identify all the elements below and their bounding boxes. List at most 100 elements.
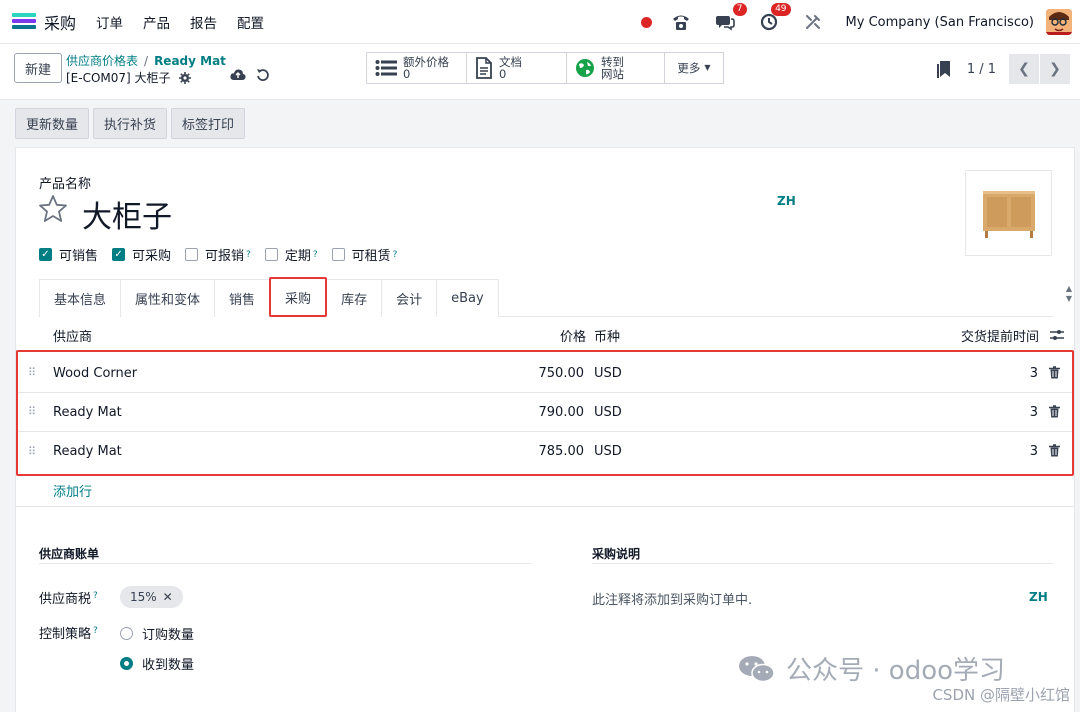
company-switcher[interactable]: My Company (San Francisco) (846, 15, 1034, 30)
bookmark-icon[interactable] (936, 60, 953, 78)
drag-handle-icon[interactable]: ⠿ (28, 406, 36, 417)
received-qty-radio[interactable]: 收到数量 (120, 654, 194, 673)
app-logo-icon[interactable] (12, 13, 36, 30)
lead-time-cell[interactable]: 3 (1030, 444, 1038, 459)
currency-cell[interactable]: USD (594, 405, 622, 420)
tax-tag[interactable]: 15% ✕ (120, 586, 183, 608)
new-button[interactable]: 新建 (14, 53, 62, 83)
messages-badge: 7 (732, 3, 747, 16)
documents-button[interactable]: 文档 0 (467, 53, 567, 83)
table-row[interactable]: ⠿ Wood Corner 750.00 USD 3 (18, 354, 1072, 393)
menu-reports[interactable]: 报告 (190, 12, 217, 32)
menu-products[interactable]: 产品 (143, 12, 170, 32)
vendor-cell[interactable]: Wood Corner (53, 366, 137, 381)
add-line-link[interactable]: 添加行 (53, 481, 92, 500)
watermark-text: 公众号 · odoo学习 (786, 656, 1006, 686)
extra-prices-button[interactable]: 额外价格 0 (367, 53, 467, 83)
currency-cell[interactable]: USD (594, 366, 622, 381)
purchase-desc-lang-button[interactable]: ZH (1029, 590, 1048, 604)
print-labels-button[interactable]: 标签打印 (171, 108, 246, 139)
col-lead-time[interactable]: 交货提前时间 (961, 326, 1039, 345)
help-tooltip-icon[interactable]: ? (93, 626, 98, 636)
activities-clock-icon[interactable]: 49 (758, 3, 791, 33)
col-vendor[interactable]: 供应商 (53, 326, 92, 345)
purchase-desc-field[interactable]: 此注释将添加到采购订单中. (592, 589, 752, 608)
debug-tools-icon[interactable] (802, 11, 824, 33)
notebook-tabs: 基本信息 属性和变体 销售 采购 库存 会计 eBay (39, 277, 1053, 317)
breadcrumb: 供应商价格表 / Ready Mat (66, 52, 226, 69)
help-tooltip-icon[interactable]: ? (393, 250, 398, 260)
can-be-sold-checkbox[interactable]: ✓ 可销售 (39, 245, 98, 264)
product-name-lang-button[interactable]: ZH (777, 194, 796, 208)
scroll-up-icon[interactable]: ▲ (1066, 284, 1072, 294)
vendor-table-header: 供应商 价格 币种 交货提前时间 (16, 321, 1074, 351)
table-row[interactable]: ⠿ Ready Mat 790.00 USD 3 (18, 393, 1072, 432)
vendor-cell[interactable]: Ready Mat (53, 405, 122, 420)
pager-next-button[interactable]: ❯ (1040, 54, 1070, 84)
section-divider (16, 506, 1074, 507)
update-quantity-button[interactable]: 更新数量 (15, 108, 90, 139)
product-image[interactable] (965, 170, 1052, 256)
trash-icon[interactable] (1049, 405, 1060, 422)
save-cloud-icon[interactable] (230, 68, 246, 86)
ordered-qty-radio[interactable]: 订购数量 (120, 624, 194, 643)
recording-indicator-icon[interactable] (640, 16, 652, 28)
gear-icon[interactable] (178, 71, 191, 84)
control-panel: 新建 供应商价格表 / Ready Mat [E-COM07] 大柜子 额外价格 0 … (0, 44, 1080, 100)
user-avatar[interactable] (1046, 9, 1072, 35)
pager-previous-button[interactable]: ❮ (1009, 54, 1039, 84)
remove-tag-icon[interactable]: ✕ (163, 590, 173, 604)
can-be-purchased-label: 可采购 (132, 249, 172, 264)
drag-handle-icon[interactable]: ⠿ (28, 446, 36, 457)
discard-undo-icon[interactable] (256, 68, 270, 86)
go-to-website-button[interactable]: 转到 网站 (567, 53, 665, 83)
can-be-rented-checkbox[interactable]: 可租赁? (331, 245, 398, 264)
menu-config[interactable]: 配置 (237, 12, 264, 32)
product-options: ✓ 可销售 ✓ 可采购 可报销? 定期? 可租赁? (39, 245, 397, 264)
scroll-arrows[interactable]: ▲ ▼ (1066, 284, 1072, 304)
price-cell[interactable]: 785.00 (539, 444, 585, 459)
menu-orders[interactable]: 订单 (96, 12, 123, 32)
more-dropdown-button[interactable]: 更多 ▼ (665, 53, 723, 83)
tab-sales[interactable]: 销售 (214, 279, 271, 317)
table-row[interactable]: ⠿ Ready Mat 785.00 USD 3 (18, 432, 1072, 471)
vendor-cell[interactable]: Ready Mat (53, 444, 122, 459)
checkbox-empty-icon (264, 248, 278, 261)
price-cell[interactable]: 790.00 (539, 405, 585, 420)
trash-icon[interactable] (1049, 366, 1060, 383)
tab-inventory[interactable]: 库存 (326, 279, 383, 317)
checkbox-empty-icon (331, 248, 345, 261)
help-tooltip-icon[interactable]: ? (313, 250, 318, 260)
col-price[interactable]: 价格 (560, 326, 586, 345)
received-qty-label: 收到数量 (142, 658, 195, 673)
breadcrumb-separator: / (144, 54, 149, 68)
lead-time-cell[interactable]: 3 (1030, 405, 1038, 420)
tab-purchase[interactable]: 采购 (269, 277, 328, 317)
breadcrumb-current: Ready Mat (154, 54, 226, 68)
favorite-star-icon[interactable] (38, 194, 68, 228)
currency-cell[interactable]: USD (594, 444, 622, 459)
messages-icon[interactable]: 7 (714, 3, 747, 33)
can-be-purchased-checkbox[interactable]: ✓ 可采购 (112, 245, 171, 264)
price-cell[interactable]: 750.00 (539, 366, 585, 381)
app-name[interactable]: 采购 (44, 10, 76, 34)
help-tooltip-icon[interactable]: ? (93, 591, 98, 601)
trash-icon[interactable] (1049, 444, 1060, 461)
lead-time-cell[interactable]: 3 (1030, 366, 1038, 381)
breadcrumb-parent[interactable]: 供应商价格表 (66, 54, 138, 68)
recurring-checkbox[interactable]: 定期? (264, 245, 318, 264)
optional-columns-icon[interactable] (1050, 329, 1064, 345)
help-tooltip-icon[interactable]: ? (246, 250, 251, 260)
tab-ebay[interactable]: eBay (436, 279, 499, 317)
tab-general-info[interactable]: 基本信息 (39, 279, 122, 317)
pager-value[interactable]: 1 / 1 (967, 62, 996, 77)
tab-accounting[interactable]: 会计 (381, 279, 438, 317)
product-name-field[interactable]: 大柜子 (82, 192, 172, 236)
replenish-button[interactable]: 执行补货 (93, 108, 168, 139)
drag-handle-icon[interactable]: ⠿ (28, 367, 36, 378)
can-be-expensed-checkbox[interactable]: 可报销? (185, 245, 251, 264)
tab-attributes-variants[interactable]: 属性和变体 (120, 279, 216, 317)
phone-icon[interactable] (670, 11, 692, 33)
col-currency[interactable]: 币种 (594, 326, 620, 345)
scroll-down-icon[interactable]: ▼ (1066, 294, 1072, 304)
